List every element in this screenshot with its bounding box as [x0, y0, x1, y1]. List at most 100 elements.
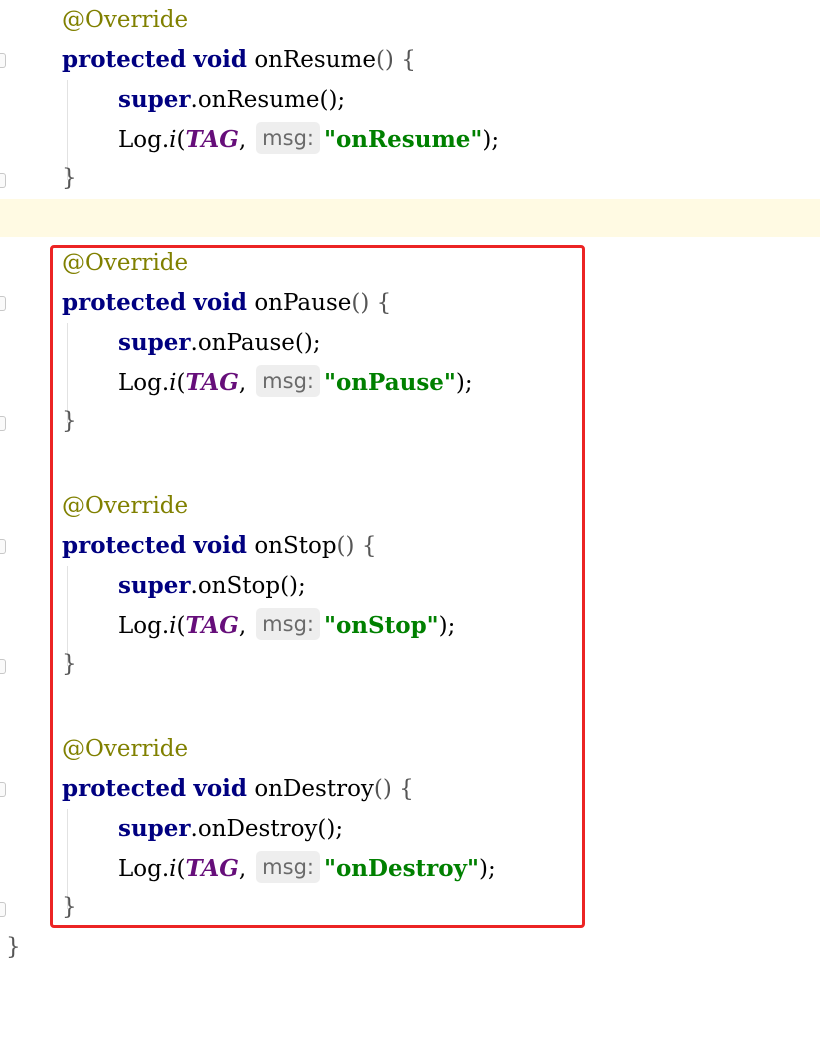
log-method: i: [169, 613, 177, 639]
call-end: ();: [280, 573, 306, 599]
call-end: ();: [317, 816, 344, 842]
string-literal: "onDestroy": [323, 855, 479, 882]
parens: (): [375, 47, 394, 73]
code-line: protected void onDestroy() {: [0, 769, 820, 809]
tag-constant: TAG: [185, 369, 239, 396]
keyword: void: [193, 289, 247, 316]
code-line: @Override: [0, 0, 820, 40]
dot: .: [190, 816, 198, 842]
parens: (): [336, 533, 355, 559]
dot: .: [190, 87, 198, 113]
log-method: i: [169, 856, 177, 882]
paren-open: (: [176, 856, 186, 882]
comma: ,: [238, 370, 247, 396]
code-line: super.onDestroy();: [0, 809, 820, 849]
string-literal: "onPause": [323, 369, 456, 396]
log-statement: Log.i(TAG, msg: "onResume");: [118, 120, 499, 160]
keyword: super: [118, 572, 191, 599]
annotation: @Override: [62, 736, 189, 762]
keyword: void: [193, 532, 247, 559]
tag-constant: TAG: [185, 855, 239, 882]
parens: (): [351, 290, 370, 316]
log-statement: Log.i(TAG, msg: "onStop");: [118, 606, 455, 646]
code-line: Log.i(TAG, msg: "onStop");: [0, 606, 820, 646]
annotation: @Override: [62, 250, 189, 276]
method-signature: protected void onPause() {: [62, 283, 391, 323]
code-line: super.onStop();: [0, 566, 820, 606]
method-signature: protected void onDestroy() {: [62, 769, 414, 809]
method-signature: protected void onResume() {: [62, 40, 416, 80]
keyword: void: [193, 46, 247, 73]
method-name: onPause: [197, 330, 295, 356]
method-signature: protected void onStop() {: [62, 526, 376, 566]
comma: ,: [238, 856, 247, 882]
log-statement: Log.i(TAG, msg: "onPause");: [118, 363, 473, 403]
keyword: void: [193, 775, 247, 802]
method-name: onStop: [254, 533, 337, 559]
log-method: i: [169, 127, 177, 153]
log-class: Log: [118, 856, 162, 882]
code-line: @Override: [0, 486, 820, 526]
code-line: Log.i(TAG, msg: "onResume");: [0, 120, 820, 160]
method-name: onStop: [197, 573, 281, 599]
super-call: super.onStop();: [118, 566, 306, 606]
paren-open: (: [176, 127, 186, 153]
call-end: ();: [319, 87, 346, 113]
tag-constant: TAG: [185, 126, 239, 153]
class-close-brace: }: [6, 934, 21, 960]
keyword: super: [118, 815, 191, 842]
tag-constant: TAG: [185, 612, 239, 639]
open-brace: {: [401, 47, 416, 73]
statement-end: );: [479, 856, 496, 882]
keyword: super: [118, 86, 191, 113]
parens: (): [373, 776, 392, 802]
statement-end: );: [482, 127, 500, 153]
dot: .: [190, 330, 198, 356]
paren-open: (: [176, 370, 186, 396]
method-name: onDestroy: [254, 776, 374, 802]
keyword: protected: [62, 775, 187, 802]
parameter-hint: msg:: [256, 608, 320, 640]
method-name: onDestroy: [197, 816, 318, 842]
method-name: onResume: [254, 47, 376, 73]
method-name: onResume: [197, 87, 320, 113]
open-brace: {: [399, 776, 414, 802]
comma: ,: [238, 613, 247, 639]
log-statement: Log.i(TAG, msg: "onDestroy");: [118, 849, 496, 889]
code-line: }: [0, 401, 820, 441]
paren-open: (: [176, 613, 186, 639]
statement-end: );: [438, 613, 456, 639]
code-line: protected void onResume() {: [0, 40, 820, 80]
code-line: super.onResume();: [0, 80, 820, 120]
close-brace: }: [62, 408, 77, 434]
code-editor[interactable]: @Override protected void onResume() { su…: [0, 0, 820, 983]
keyword: super: [118, 329, 191, 356]
current-line-highlight: [0, 199, 820, 237]
code-line: }: [0, 158, 820, 198]
code-line: @Override: [0, 729, 820, 769]
comma: ,: [238, 127, 247, 153]
close-brace: }: [62, 165, 77, 191]
keyword: protected: [62, 46, 187, 73]
super-call: super.onPause();: [118, 323, 321, 363]
code-line: }: [0, 644, 820, 684]
method-name: onPause: [254, 290, 352, 316]
call-end: ();: [294, 330, 321, 356]
close-brace: }: [62, 894, 77, 920]
string-literal: "onResume": [323, 126, 483, 153]
keyword: protected: [62, 289, 187, 316]
string-literal: "onStop": [323, 612, 439, 639]
open-brace: {: [376, 290, 392, 316]
code-line: Log.i(TAG, msg: "onDestroy");: [0, 849, 820, 889]
open-brace: {: [361, 533, 377, 559]
dot: .: [190, 573, 198, 599]
annotation: @Override: [62, 493, 189, 519]
code-line: super.onPause();: [0, 323, 820, 363]
annotation: @Override: [62, 7, 189, 33]
code-line: protected void onStop() {: [0, 526, 820, 566]
code-line: }: [0, 927, 820, 967]
parameter-hint: msg:: [256, 122, 320, 154]
parameter-hint: msg:: [256, 851, 320, 883]
log-class: Log: [118, 127, 162, 153]
statement-end: );: [455, 370, 473, 396]
